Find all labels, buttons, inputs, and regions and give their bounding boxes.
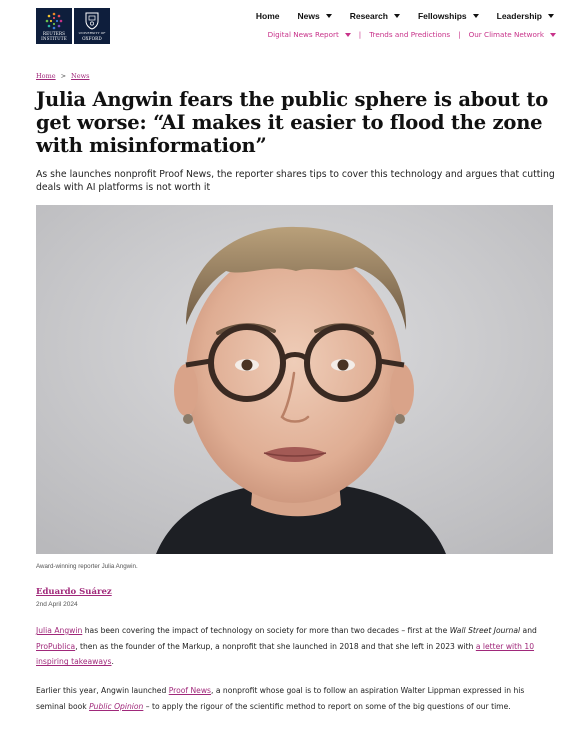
- nav-label: Leadership: [496, 11, 542, 21]
- site-logos[interactable]: REUTERS INSTITUTE UNIVERSITY OF OXFORD: [36, 8, 110, 44]
- chevron-down-icon[interactable]: [472, 14, 479, 18]
- nav-separator: |: [458, 30, 461, 39]
- article-subtitle: As she launches nonprofit Proof News, th…: [36, 169, 555, 193]
- publish-date: 2nd April 2024: [36, 601, 78, 608]
- reuters-logo-text: REUTERS INSTITUTE: [41, 31, 67, 41]
- nav-label: Trends and Predictions: [369, 30, 451, 39]
- nav-label: News: [297, 11, 320, 21]
- breadcrumb-separator: >: [60, 72, 67, 80]
- nav-separator: |: [358, 30, 362, 39]
- breadcrumb-home[interactable]: Home: [36, 72, 56, 80]
- paragraph-text: .: [111, 657, 114, 667]
- nav-label: Fellowships: [417, 11, 467, 21]
- nav-label: Research: [349, 11, 388, 21]
- publication-name: Wall Street Journal: [449, 626, 521, 635]
- hero-image: [36, 205, 553, 554]
- paragraph-text: Earlier this year, Angwin launched: [36, 686, 169, 695]
- nav-research[interactable]: Research: [350, 11, 400, 21]
- nav-leadership[interactable]: Leadership: [497, 11, 554, 21]
- nav-digital-news-report[interactable]: Digital News Report: [268, 30, 351, 39]
- article-paragraph: Julia Angwin has been covering the impac…: [36, 623, 552, 670]
- public-opinion-link[interactable]: Public Opinion: [89, 702, 143, 711]
- breadcrumb-news[interactable]: News: [71, 72, 89, 80]
- chevron-down-icon[interactable]: [344, 32, 351, 37]
- secondary-nav: Digital News Report | Trends and Predict…: [268, 30, 556, 39]
- nav-our-climate-network[interactable]: Our Climate Network: [469, 30, 556, 39]
- paragraph-text: and: [520, 626, 537, 635]
- nav-label: Home: [255, 11, 280, 21]
- reuters-institute-logo[interactable]: REUTERS INSTITUTE: [36, 8, 72, 44]
- propublica-link[interactable]: ProPublica: [36, 642, 75, 651]
- paragraph-text: – to apply the rigour of the scientific …: [143, 701, 511, 711]
- nav-label: Our Climate Network: [468, 30, 544, 39]
- oxford-crest-icon: [85, 12, 99, 30]
- paragraph-text: , then as the founder of the Markup, a n…: [75, 641, 476, 651]
- oxford-logo[interactable]: UNIVERSITY OF OXFORD: [74, 8, 110, 44]
- nav-fellowships[interactable]: Fellowships: [418, 11, 479, 21]
- nav-home[interactable]: Home: [256, 11, 280, 21]
- chevron-down-icon[interactable]: [548, 14, 554, 18]
- proof-news-link[interactable]: Proof News: [169, 686, 211, 695]
- article-paragraph: Earlier this year, Angwin launched Proof…: [36, 683, 552, 714]
- page-title: Julia Angwin fears the public sphere is …: [36, 88, 549, 157]
- nav-label: Digital News Report: [267, 30, 339, 39]
- breadcrumb: Home > News: [36, 72, 89, 80]
- reuters-dots-icon: [45, 12, 63, 30]
- author-link[interactable]: Eduardo Suárez: [36, 587, 112, 597]
- portrait-illustration: [36, 205, 553, 554]
- julia-angwin-link[interactable]: Julia Angwin: [36, 626, 82, 635]
- oxford-logo-text: UNIVERSITY OF OXFORD: [78, 31, 106, 41]
- nav-trends-and-predictions[interactable]: Trends and Predictions: [369, 30, 450, 39]
- chevron-down-icon[interactable]: [550, 32, 556, 37]
- nav-news[interactable]: News: [297, 11, 332, 21]
- chevron-down-icon[interactable]: [393, 14, 400, 18]
- paragraph-text: has been covering the impact of technolo…: [82, 626, 450, 635]
- primary-nav: Home News Research Fellowships Leadershi…: [238, 11, 554, 21]
- image-caption: Award-winning reporter Julia Angwin.: [36, 563, 138, 570]
- chevron-down-icon[interactable]: [325, 14, 332, 18]
